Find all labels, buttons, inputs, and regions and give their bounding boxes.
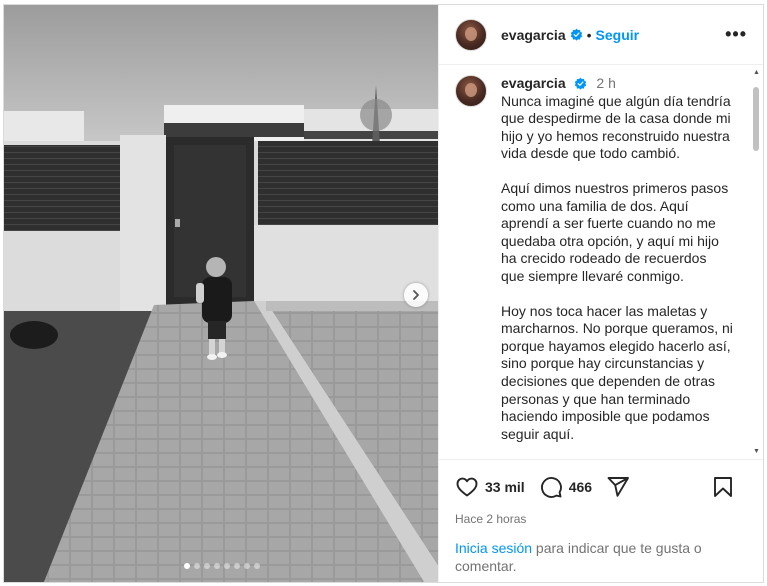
comment-bubble-icon: [540, 477, 562, 498]
post-time[interactable]: 2 h: [596, 75, 615, 91]
post-header: evagarcia • Seguir •••: [439, 5, 763, 65]
post-timestamp[interactable]: Hace 2 horas: [455, 512, 748, 526]
carousel-indicator: [184, 563, 260, 569]
verified-badge-icon: [574, 77, 586, 90]
more-options-icon[interactable]: •••: [725, 24, 747, 45]
avatar[interactable]: [455, 18, 487, 51]
caption-body: evagarcia 2 h Nunca imaginé que algún dí…: [501, 75, 733, 443]
scroll-up-arrow-icon[interactable]: ▲: [753, 69, 760, 76]
scroll-down-arrow-icon[interactable]: ▼: [753, 448, 760, 455]
paper-plane-icon: [607, 477, 630, 497]
action-row: 33 mil 466: [455, 474, 748, 500]
scrollbar[interactable]: ▲ ▼: [752, 69, 760, 455]
share-button[interactable]: [606, 475, 630, 499]
carousel-dot: [204, 563, 210, 569]
avatar[interactable]: [455, 75, 487, 107]
carousel-dot: [224, 563, 230, 569]
caption-header: evagarcia 2 h: [501, 75, 733, 93]
comment-button[interactable]: 466: [539, 475, 592, 499]
like-button[interactable]: 33 mil: [455, 475, 525, 499]
post-photo: [4, 5, 438, 582]
comment-count[interactable]: 466: [569, 479, 592, 495]
carousel-dot: [234, 563, 240, 569]
heart-icon: [456, 477, 478, 497]
carousel-dot: [194, 563, 200, 569]
caption-scroll-area[interactable]: evagarcia 2 h Nunca imaginé que algún dí…: [439, 65, 763, 459]
post-media[interactable]: [4, 5, 438, 582]
chevron-right-icon: [413, 290, 419, 300]
like-count[interactable]: 33 mil: [485, 479, 525, 495]
carousel-dot: [184, 563, 190, 569]
login-link[interactable]: Inicia sesión: [455, 540, 532, 556]
username-link[interactable]: evagarcia: [501, 27, 566, 43]
caption-paragraph: Hoy nos toca hacer las maletas y marchar…: [501, 302, 733, 442]
carousel-next-button[interactable]: [404, 283, 428, 307]
scrollbar-thumb[interactable]: [753, 87, 759, 151]
carousel-dot: [254, 563, 260, 569]
action-bar: 33 mil 466 Hace 2 horas: [439, 459, 763, 539]
carousel-dot: [244, 563, 250, 569]
follow-button[interactable]: Seguir: [596, 27, 640, 43]
caption-paragraph: Aquí dimos nuestros primeros pasos como …: [501, 179, 729, 284]
carousel-dot: [214, 563, 220, 569]
caption-username-link[interactable]: evagarcia: [501, 75, 566, 91]
verified-badge-icon: [570, 28, 582, 41]
caption: evagarcia 2 h Nunca imaginé que algún dí…: [439, 65, 763, 443]
bookmark-icon: [714, 477, 732, 497]
save-button[interactable]: [712, 475, 734, 499]
post-window: evagarcia • Seguir ••• evagarcia 2 h Nun…: [3, 4, 764, 583]
caption-paragraph: Nunca imaginé que algún día tendría que …: [501, 92, 731, 162]
separator-dot: •: [586, 26, 592, 43]
login-prompt: Inicia sesión para indicar que te gusta …: [439, 539, 763, 575]
post-side-panel: evagarcia • Seguir ••• evagarcia 2 h Nun…: [438, 5, 763, 582]
